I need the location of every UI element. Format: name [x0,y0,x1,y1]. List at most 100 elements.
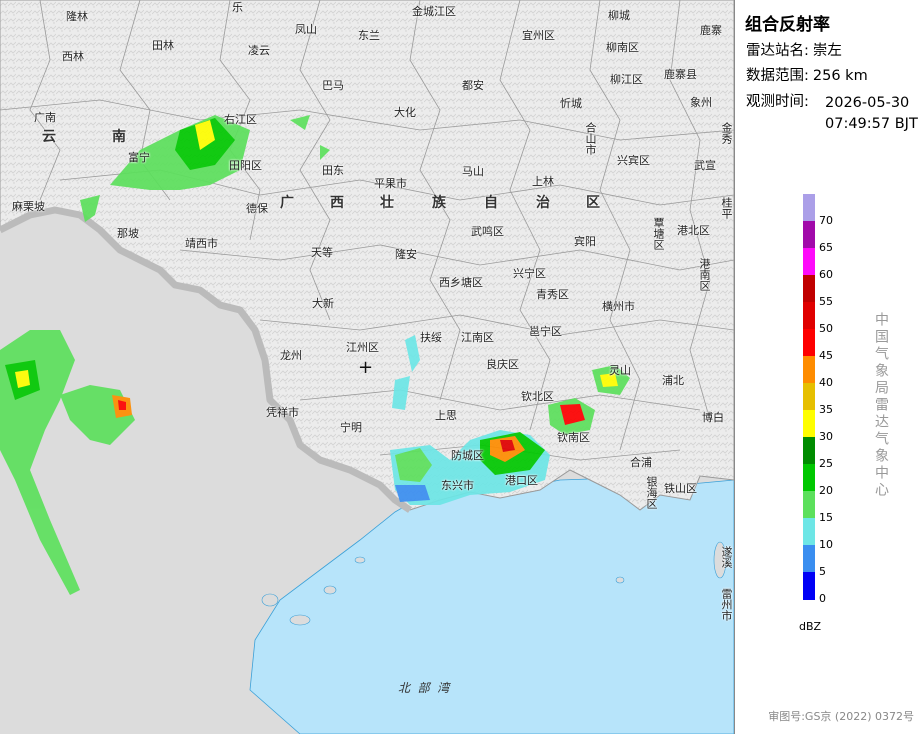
region-label-guangxi-5: 自 [484,195,500,211]
legend-tick-10: 10 [819,538,833,551]
place-label-dongxing: 东兴市 [441,479,474,492]
place-label-qinbei: 钦北区 [521,390,554,403]
place-label-ningming: 宁明 [340,421,362,434]
legend-swatch-5 [803,545,815,573]
legend-tick-20: 20 [819,484,833,497]
legend-tick-65: 65 [819,241,833,254]
place-label-tiandong: 田东 [322,164,344,177]
place-label-longan: 隆安 [395,248,417,261]
place-label-xixiangtang: 西乡塘区 [439,276,483,289]
radar-map[interactable]: 隆林 乐 金城江区 柳城 鹿寨 西林 田林 凌云 凤山 东兰 宜州区 柳南区 柳… [0,0,734,734]
place-label-wuming: 武鸣区 [471,225,504,238]
range-key: 数据范围: [746,68,809,84]
legend-tick-40: 40 [819,376,833,389]
sea-label-beibu-gulf: 北 部 湾 [398,681,450,695]
place-label-daxin: 大新 [312,297,334,310]
legend-swatch-25 [803,437,815,465]
place-label-funing: 富宁 [128,151,150,164]
station-row: 雷达站名: 崇左 [746,41,842,62]
time-key: 观测时间: [746,94,809,110]
place-label-shangsi: 上思 [435,409,457,422]
station-value: 崇左 [812,43,842,59]
legend-tick-45: 45 [819,349,833,362]
place-label-liangqing: 良庆区 [486,358,519,371]
place-label-xiangzhou: 象州 [690,96,712,109]
region-label-guangxi-6: 治 [536,195,552,211]
legend-tick-15: 15 [819,511,833,524]
region-label-yunnan-2: 南 [112,129,128,145]
place-label-jiangzhou: 江州区 [346,341,379,354]
legend-swatch-10 [803,518,815,546]
legend-swatch-50 [803,302,815,330]
echo-coast-blue [395,485,430,502]
echo-centre [392,335,420,410]
legend-tick-35: 35 [819,403,833,416]
place-label-liucheng: 柳城 [608,9,630,22]
place-label-tiandeng: 天等 [311,246,333,259]
time-value: 2026-05-30 07:49:57 BJT [825,93,918,135]
place-label-luzhai: 鹿寨 [700,24,722,37]
region-label-guangxi-4: 族 [432,195,448,211]
place-label-gangbei: 港北区 [677,224,710,237]
place-label-qinnan: 钦南区 [557,431,590,444]
place-label-yinhai: 银海区 [645,476,658,509]
time-clock: 07:49:57 BJT [825,116,918,132]
reflectivity-legend: 70 65 60 55 50 45 40 35 30 25 20 15 10 5 0 [803,194,833,605]
place-label-leizhou: 雷州市 [720,588,733,621]
legend-swatch-70 [803,194,815,222]
place-label-wuxuan: 武宣 [694,159,716,172]
place-label-hepu: 合浦 [630,456,652,469]
legend-swatch-30 [803,410,815,438]
place-label-guigang: 覃塘区 [652,217,665,250]
legend-tick-55: 55 [819,295,833,308]
radar-site-marker: + [358,357,374,378]
place-label-malipo: 麻栗坡 [12,200,45,213]
place-label-longlin: 隆林 [66,10,88,23]
place-label-qingxiu: 青秀区 [536,288,569,301]
legend-swatch-20 [803,464,815,492]
product-title: 组合反射率 [745,15,830,35]
legend-swatch-40 [803,356,815,384]
legend-tick-70: 70 [819,214,833,227]
place-label-fusui: 扶绥 [420,331,442,344]
place-label-pingxiang: 凭祥市 [266,406,299,419]
place-label-gangnan: 港南区 [698,258,711,291]
place-label-duan: 都安 [462,79,484,92]
echo-nw-small [290,115,330,160]
place-label-jingxi: 靖西市 [185,237,218,250]
place-label-yizhou: 宜州区 [522,29,555,42]
radar-page: 隆林 乐 金城江区 柳城 鹿寨 西林 田林 凌云 凤山 东兰 宜州区 柳南区 柳… [0,0,924,734]
legend-tick-5: 5 [819,565,826,578]
place-label-lingshan: 灵山 [609,364,631,377]
legend-swatch-60 [803,248,815,276]
place-label-mashan: 马山 [462,165,484,178]
place-label-tieshan: 铁山区 [664,482,697,495]
map-review-number: 审图号:GS京 (2022) 0372号 [768,710,914,723]
range-value: 256 km [812,68,868,84]
legend-tick-25: 25 [819,457,833,470]
region-label-yunnan-1: 云 [42,129,58,145]
place-label-yongning: 邕宁区 [529,325,562,338]
place-label-wuxi: 遂溪 [720,546,733,568]
place-label-dahua: 大化 [394,106,416,119]
place-label-shanglin: 上林 [532,175,554,188]
place-label-fengshan: 凤山 [295,23,317,36]
legend-swatch-15 [803,491,815,519]
place-label-youjiang: 右江区 [224,113,257,126]
place-label-fangcheng: 防城区 [451,449,484,462]
time-row: 观测时间: [746,92,809,113]
place-label-liunan: 柳南区 [606,41,639,54]
range-row: 数据范围: 256 km [746,66,868,87]
place-label-napo: 那坡 [117,227,139,240]
place-label-luzhai2: 鹿寨县 [664,68,697,81]
info-panel: 组合反射率 雷达站名: 崇左 数据范围: 256 km 观测时间: 2026-05-… [734,0,924,734]
place-label-xilin: 西林 [62,50,84,63]
place-label-pingguo: 平果市 [374,177,407,190]
legend-tick-50: 50 [819,322,833,335]
station-key: 雷达站名: [746,43,809,59]
place-label-tianyang: 田阳区 [229,159,262,172]
place-label-xingning: 兴宁区 [513,267,546,280]
legend-tick-30: 30 [819,430,833,443]
region-label-guangxi-1: 广 [280,195,296,211]
place-label-guangnan: 广南 [34,111,56,124]
